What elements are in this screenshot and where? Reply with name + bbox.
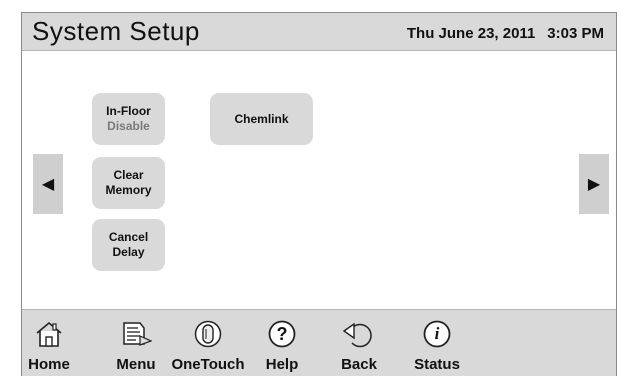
nav-status[interactable]: i Status	[410, 310, 464, 376]
cancel-delay-label-1: Cancel	[108, 230, 149, 244]
home-icon	[34, 319, 64, 349]
clear-memory-button[interactable]: Clear Memory	[92, 157, 165, 209]
cancel-delay-button[interactable]: Cancel Delay	[92, 219, 165, 271]
help-icon: ?	[267, 319, 297, 349]
nav-back-label: Back	[341, 356, 377, 373]
date-time: Thu June 23, 2011 3:03 PM	[407, 25, 604, 42]
next-page-button[interactable]: ▶	[579, 154, 609, 214]
nav-onetouch[interactable]: OneTouch	[170, 310, 246, 376]
nav-onetouch-label: OneTouch	[171, 356, 245, 373]
prev-page-button[interactable]: ◀	[33, 154, 63, 214]
time-text: 3:03 PM	[547, 25, 604, 42]
nav-status-label: Status	[414, 356, 460, 373]
infloor-disable-button[interactable]: In-Floor Disable	[92, 93, 165, 145]
bottom-nav-bar: Home Menu OneTouch ? Help Back i Status	[22, 309, 616, 376]
page-title: System Setup	[32, 16, 200, 46]
status-glyph: i	[434, 324, 440, 343]
date-text: Thu June 23, 2011	[406, 25, 536, 42]
chemlink-label: Chemlink	[234, 111, 289, 126]
infloor-status-label: Disable	[107, 119, 150, 133]
nav-menu-label: Menu	[116, 356, 156, 373]
cancel-delay-label-2: Delay	[112, 245, 145, 259]
menu-icon	[120, 319, 152, 349]
left-arrow-icon: ◀	[41, 176, 55, 193]
right-arrow-icon: ▶	[587, 176, 601, 193]
back-icon	[342, 319, 376, 349]
status-icon: i	[422, 319, 452, 349]
header-bar: System Setup Thu June 23, 2011 3:03 PM	[22, 13, 616, 51]
nav-help[interactable]: ? Help	[262, 310, 302, 376]
clear-memory-label-1: Clear	[113, 168, 144, 182]
nav-home[interactable]: Home	[26, 310, 72, 376]
onetouch-icon	[193, 319, 223, 349]
infloor-label: In-Floor	[106, 104, 151, 118]
clear-memory-label-2: Memory	[105, 183, 152, 197]
nav-help-label: Help	[265, 356, 299, 373]
screen-frame: System Setup Thu June 23, 2011 3:03 PM ◀ …	[21, 12, 617, 376]
nav-menu[interactable]: Menu	[112, 310, 160, 376]
chemlink-button[interactable]: Chemlink	[210, 93, 313, 145]
nav-home-label: Home	[28, 356, 70, 373]
nav-back[interactable]: Back	[338, 310, 380, 376]
help-glyph: ?	[276, 323, 288, 344]
content-area: ◀ ▶ In-Floor Disable Chemlink Clear Memo…	[22, 51, 616, 309]
